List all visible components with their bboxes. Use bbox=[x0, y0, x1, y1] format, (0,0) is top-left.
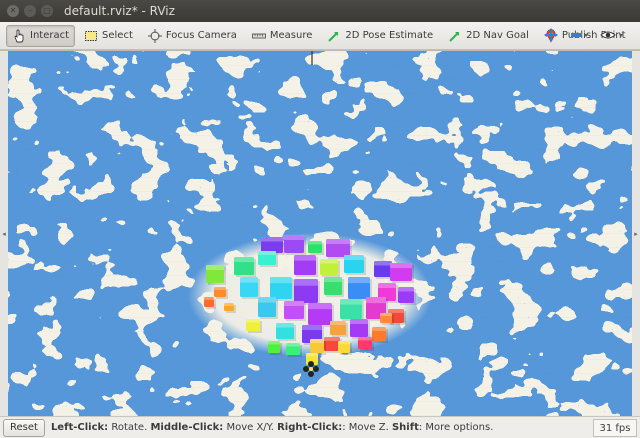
cube-highlight bbox=[378, 283, 396, 289]
green-arrow-icon bbox=[327, 29, 341, 43]
tool-2d-pose-estimate[interactable]: 2D Pose Estimate bbox=[321, 25, 439, 47]
cube-highlight bbox=[246, 319, 260, 323]
hint-middle-click: Middle-Click: bbox=[150, 422, 224, 433]
cube-highlight bbox=[324, 337, 340, 341]
crosshair-icon bbox=[147, 28, 162, 43]
cube-highlight bbox=[388, 309, 404, 313]
status-bar: Reset Left-Click: Rotate. Middle-Click: … bbox=[0, 416, 640, 438]
cube-highlight bbox=[302, 325, 322, 331]
cube-highlight bbox=[350, 319, 368, 325]
tool-measure[interactable]: Measure bbox=[246, 25, 319, 47]
minimize-window-button[interactable]: – bbox=[24, 5, 36, 17]
cube-highlight bbox=[306, 353, 318, 357]
green-arrow-icon bbox=[448, 29, 462, 43]
remove-tool-icon bbox=[570, 28, 590, 45]
cube-highlight bbox=[240, 277, 258, 283]
cube-highlight bbox=[340, 299, 362, 305]
cube-highlight bbox=[348, 277, 370, 284]
render-panel: ◂ ▸ bbox=[0, 50, 640, 417]
cube-highlight bbox=[206, 265, 224, 271]
tool-bar: Interact Select Focus Camera Measure 2D … bbox=[0, 22, 640, 50]
cube-highlight bbox=[320, 259, 338, 264]
remove-tool-button[interactable] bbox=[570, 26, 590, 46]
cube-highlight bbox=[204, 297, 214, 300]
cube-highlight bbox=[308, 241, 322, 245]
select-rect-icon bbox=[84, 29, 98, 43]
cube-highlight bbox=[224, 303, 234, 306]
right-panel-collapse-handle[interactable]: ▸ bbox=[632, 51, 640, 417]
cube-highlight bbox=[372, 327, 386, 331]
tool-interact[interactable]: Interact bbox=[6, 24, 76, 47]
cube-highlight bbox=[344, 255, 364, 261]
cube-highlight bbox=[380, 313, 392, 316]
cube-highlight bbox=[214, 287, 226, 290]
hint-rotate: Rotate. bbox=[108, 422, 151, 433]
window-title: default.rviz* - RViz bbox=[64, 4, 175, 18]
cube-highlight bbox=[258, 251, 276, 255]
tool-focus-camera-label: Focus Camera bbox=[165, 30, 237, 41]
hint-right-click: Right-Click: bbox=[277, 422, 343, 433]
tool-2d-pose-estimate-label: 2D Pose Estimate bbox=[345, 30, 434, 41]
cube-highlight bbox=[310, 339, 324, 343]
fps-counter: 31 fps bbox=[593, 419, 637, 437]
reset-button[interactable]: Reset bbox=[3, 418, 45, 437]
mouse-hint-text: Left-Click: Rotate. Middle-Click: Move X… bbox=[51, 422, 493, 433]
cube-highlight bbox=[258, 297, 276, 303]
cube-highlight bbox=[358, 337, 372, 341]
cube-highlight bbox=[284, 301, 304, 307]
cube-highlight bbox=[276, 323, 294, 328]
hint-left-click: Left-Click: bbox=[50, 422, 109, 433]
cube-highlight bbox=[284, 235, 304, 241]
cube-highlight bbox=[390, 263, 412, 269]
cube-highlight bbox=[398, 287, 414, 292]
cube-highlight bbox=[324, 277, 342, 283]
tool-focus-camera[interactable]: Focus Camera bbox=[142, 25, 243, 47]
left-panel-collapse-handle[interactable]: ◂ bbox=[0, 51, 8, 417]
maximize-window-button[interactable]: □ bbox=[41, 5, 53, 17]
cube-highlight bbox=[294, 255, 316, 261]
3d-viewport[interactable] bbox=[8, 51, 632, 417]
cube-highlight bbox=[294, 279, 318, 286]
cube-highlight bbox=[366, 297, 386, 304]
add-tool-icon bbox=[544, 27, 558, 45]
hint-shift: Shift bbox=[391, 422, 419, 433]
cube-highlight bbox=[338, 341, 350, 345]
cube-highlight bbox=[270, 277, 292, 284]
tool-2d-nav-goal[interactable]: 2D Nav Goal bbox=[442, 25, 535, 47]
cube-highlight bbox=[326, 239, 350, 245]
hint-move-z: : Move Z. bbox=[342, 422, 392, 433]
hint-more-options: : More options. bbox=[418, 422, 494, 433]
view-options-button[interactable] bbox=[600, 26, 626, 46]
cube-highlight bbox=[268, 341, 280, 345]
tool-interact-label: Interact bbox=[30, 30, 70, 41]
title-bar: ✕ – □ default.rviz* - RViz bbox=[0, 0, 640, 22]
occupancy-map-render bbox=[8, 51, 632, 417]
hand-cursor-icon bbox=[12, 29, 26, 43]
tool-select-label: Select bbox=[102, 30, 133, 41]
cube-highlight bbox=[330, 321, 346, 325]
cube-highlight bbox=[286, 343, 300, 347]
cube-highlight bbox=[374, 261, 392, 266]
hint-move-xy: Move X/Y. bbox=[223, 422, 278, 433]
add-tool-button[interactable] bbox=[544, 26, 558, 46]
cube-highlight bbox=[261, 237, 283, 242]
eye-icon bbox=[600, 28, 626, 45]
ruler-icon bbox=[251, 29, 266, 43]
tool-measure-label: Measure bbox=[269, 30, 313, 41]
close-window-button[interactable]: ✕ bbox=[7, 5, 19, 17]
tool-select[interactable]: Select bbox=[78, 25, 139, 47]
cube-highlight bbox=[234, 257, 254, 263]
tool-2d-nav-goal-label: 2D Nav Goal bbox=[466, 30, 529, 41]
cube-highlight bbox=[308, 303, 332, 310]
